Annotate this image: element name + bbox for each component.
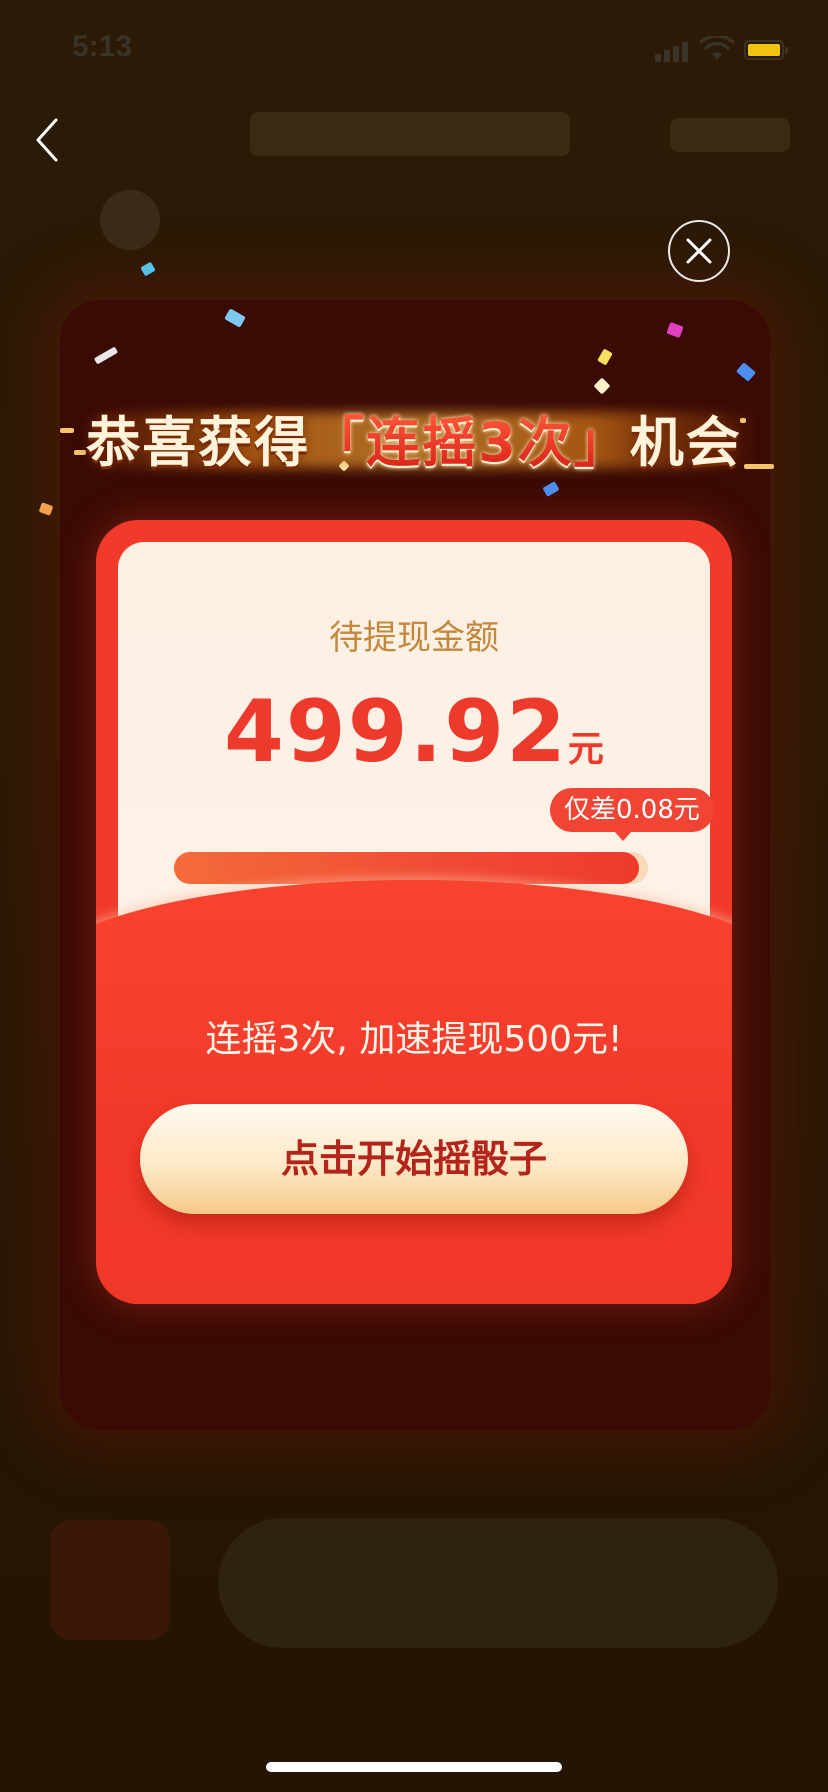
headline-text: 恭喜获得「连摇3次」机会 <box>0 398 828 477</box>
background-bottom-button <box>218 1518 778 1648</box>
pending-amount-label: 待提现金额 <box>329 618 499 658</box>
amount-row: 499.92元 <box>118 682 710 782</box>
promo-text: 连摇3次, 加速提现500元! <box>205 1019 623 1060</box>
background-bottom-icon <box>50 1520 170 1640</box>
amount-unit: 元 <box>567 729 604 770</box>
status-bar: 5:13 <box>0 0 828 100</box>
background-nav-title <box>250 112 570 156</box>
card-curved-bottom <box>96 880 732 1304</box>
start-shake-dice-button[interactable]: 点击开始摇骰子 <box>140 1104 688 1214</box>
home-indicator <box>266 1762 562 1772</box>
close-icon <box>686 238 712 264</box>
difference-badge: 仅差0.08元 <box>550 788 714 841</box>
withdraw-card: 待提现金额 499.92元 仅差0.08元 连摇3次, 加速提现500元! 点击… <box>96 520 732 1304</box>
pending-amount-value: 499.92 <box>224 682 568 782</box>
status-time: 5:13 <box>72 30 133 63</box>
cellular-signal-icon <box>655 42 691 62</box>
chevron-left-icon[interactable] <box>30 110 70 170</box>
battery-icon <box>744 40 788 60</box>
wifi-icon <box>700 36 734 60</box>
close-button[interactable] <box>668 220 730 282</box>
headline-prefix: 恭喜获得 <box>86 411 311 474</box>
background-avatar <box>100 190 160 250</box>
background-nav-action <box>670 118 790 152</box>
reward-headline: 恭喜获得「连摇3次」机会 <box>0 390 828 490</box>
headline-suffix: 机会 <box>629 411 742 474</box>
headline-highlight: 「连摇3次」 <box>310 411 630 474</box>
